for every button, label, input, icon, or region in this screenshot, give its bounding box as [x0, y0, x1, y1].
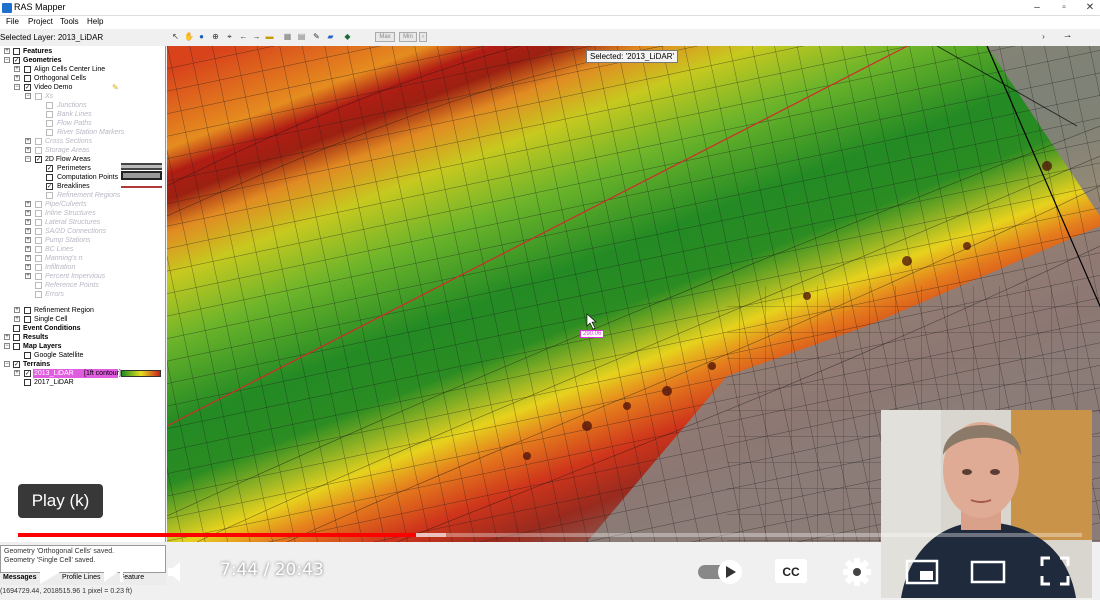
- tree-item-refinement-region[interactable]: + Refinement Region: [0, 306, 165, 315]
- menu-help[interactable]: Help: [87, 17, 103, 26]
- globe-icon[interactable]: ●: [197, 32, 206, 41]
- pin-icon[interactable]: ⇀: [1063, 32, 1072, 41]
- tree-item-bc-lines[interactable]: + BC Lines: [0, 245, 165, 254]
- tree-item-reference-points[interactable]: Reference Points: [0, 281, 165, 290]
- autoplay-toggle[interactable]: [696, 558, 746, 586]
- tree-item-geometries[interactable]: − ✓ Geometries: [0, 56, 165, 65]
- menu-bar: File Project Tools Help: [0, 16, 1100, 29]
- coordinates-readout: (1694729.44, 2018515.96 1 pixel = 0.23 f…: [0, 588, 133, 595]
- min-button[interactable]: Min: [399, 32, 417, 42]
- scroll-right-icon[interactable]: ›: [1039, 32, 1048, 41]
- back-arrow-icon[interactable]: ←: [239, 32, 248, 41]
- closed-captions-icon[interactable]: CC: [774, 558, 808, 584]
- menu-tools[interactable]: Tools: [60, 17, 79, 26]
- selected-layer-tooltip: Selected: '2013_LiDAR': [586, 50, 678, 63]
- tree-item-results[interactable]: + Results: [0, 333, 165, 342]
- tree-item-features[interactable]: + Features: [0, 47, 165, 56]
- terrain-icon[interactable]: ◆: [343, 32, 352, 41]
- pointer-icon[interactable]: ↖: [171, 32, 180, 41]
- tree-item-infiltration[interactable]: + Infiltration: [0, 263, 165, 272]
- volume-icon[interactable]: [166, 560, 188, 584]
- max-button[interactable]: Max: [375, 32, 395, 42]
- tree-item-align-cells[interactable]: + Align Cells Center Line: [0, 65, 165, 74]
- zoom-in-icon[interactable]: ⊕: [211, 32, 220, 41]
- tree-item-2017-lidar[interactable]: 2017_LiDAR: [0, 378, 165, 387]
- tree-item-terrains[interactable]: − ✓ Terrains: [0, 360, 165, 369]
- bottom-tabs: Messages Profile Lines Feature: [0, 573, 166, 585]
- ras-mapper-app-icon: [2, 3, 12, 13]
- message-line: Geometry 'Single Cell' saved.: [4, 557, 96, 564]
- miniplayer-icon[interactable]: [905, 558, 939, 586]
- tab-messages[interactable]: Messages: [3, 574, 36, 581]
- forward-arrow-icon[interactable]: →: [252, 32, 261, 41]
- message-line: Geometry 'Orthogonal Cells' saved.: [4, 548, 115, 555]
- tree-item-event-conditions[interactable]: Event Conditions: [0, 324, 165, 333]
- measure-icon[interactable]: ▬: [265, 32, 274, 41]
- tree-item-lateral-structures[interactable]: + Lateral Structures: [0, 218, 165, 227]
- menu-file[interactable]: File: [6, 17, 19, 26]
- messages-panel: Geometry 'Orthogonal Cells' saved. Geome…: [0, 545, 166, 573]
- minimize-button[interactable]: –: [1030, 1, 1044, 14]
- tree-item-cross-sections[interactable]: + Cross Sections: [0, 137, 165, 146]
- edit-icon[interactable]: ✎: [312, 32, 321, 41]
- tree-item-sa2d-connections[interactable]: + SA/2D Connections: [0, 227, 165, 236]
- fullscreen-icon[interactable]: [1040, 556, 1070, 586]
- pan-hand-icon[interactable]: ✋: [184, 32, 194, 41]
- zoom-extents-icon[interactable]: ⌖: [225, 32, 234, 41]
- tree-item-xs[interactable]: − Xs: [0, 92, 165, 101]
- tab-profile-lines[interactable]: Profile Lines: [62, 574, 101, 581]
- tree-item-orthogonal-cells[interactable]: + Orthogonal Cells: [0, 74, 165, 83]
- tree-item-pump-stations[interactable]: + Pump Stations: [0, 236, 165, 245]
- step-back-button[interactable]: ‹: [419, 32, 427, 42]
- perimeter-symbol: [121, 163, 162, 170]
- selected-layer-label: Selected Layer: 2013_LiDAR: [0, 33, 104, 42]
- terrain-color-ramp: [121, 370, 161, 377]
- tree-item-video-demo[interactable]: − ✓ Video Demo ✎: [0, 83, 165, 92]
- tree-item-storage-areas[interactable]: + Storage Areas: [0, 146, 165, 155]
- tree-item-refinement-regions[interactable]: Refinement Regions: [0, 191, 165, 200]
- tree-item-junctions[interactable]: Junctions: [0, 101, 165, 110]
- layers-icon[interactable]: ▰: [326, 32, 335, 41]
- title-bar: RAS Mapper – ▫ ✕: [0, 0, 1100, 16]
- tree-item-google-satellite[interactable]: Google Satellite: [0, 351, 165, 360]
- edit-pencil-icon[interactable]: ✎: [112, 83, 119, 92]
- tree-item-flow-paths[interactable]: Flow Paths: [0, 119, 165, 128]
- tree-item-2013-lidar[interactable]: + ✓ 2013_LiDAR [1ft contour]: [0, 369, 165, 378]
- tree-item-map-layers[interactable]: − Map Layers: [0, 342, 165, 351]
- tree-item-mannings-n[interactable]: + Manning's n: [0, 254, 165, 263]
- time-display: 7:44 / 20:43: [220, 560, 324, 580]
- settings-gear-icon[interactable]: [842, 557, 872, 587]
- tree-item-pipe-culverts[interactable]: + Pipe/Culverts: [0, 200, 165, 209]
- next-icon[interactable]: [102, 560, 126, 584]
- tree-item-inline-structures[interactable]: + Inline Structures: [0, 209, 165, 218]
- tree-item-percent-impervious[interactable]: + Percent Impervious: [0, 272, 165, 281]
- theater-mode-icon[interactable]: [970, 558, 1006, 586]
- svg-text:CC: CC: [782, 565, 800, 579]
- restore-button[interactable]: ▫: [1057, 1, 1071, 14]
- close-button[interactable]: ✕: [1083, 1, 1097, 14]
- layers-tree: + Features − ✓ Geometries + Align Cells Cent…: [0, 46, 166, 542]
- grid-icon[interactable]: ▦: [283, 32, 292, 41]
- progress-played: [18, 533, 416, 537]
- tree-item-bank-lines[interactable]: Bank Lines: [0, 110, 165, 119]
- computation-points-symbol: [121, 171, 162, 180]
- tree-item-single-cell[interactable]: + Single Cell: [0, 315, 165, 324]
- play-tooltip: Play (k): [18, 484, 103, 518]
- menu-project[interactable]: Project: [28, 17, 53, 26]
- play-icon[interactable]: [38, 558, 62, 586]
- tree-item-errors[interactable]: Errors: [0, 290, 165, 299]
- elevation-tooltip: 290.06: [580, 330, 605, 338]
- breakline-symbol: [121, 186, 162, 188]
- table-icon[interactable]: ▤: [297, 32, 306, 41]
- window-title: RAS Mapper: [14, 2, 66, 12]
- tree-item-river-station-markers[interactable]: River Station Markers: [0, 128, 165, 137]
- map-toolbar: ↖ ✋ ● ⊕ ⌖ ← → ▬ ▦ ▤ ✎ ▰ ◆ Max Min ‹ › ⇀: [167, 31, 1100, 45]
